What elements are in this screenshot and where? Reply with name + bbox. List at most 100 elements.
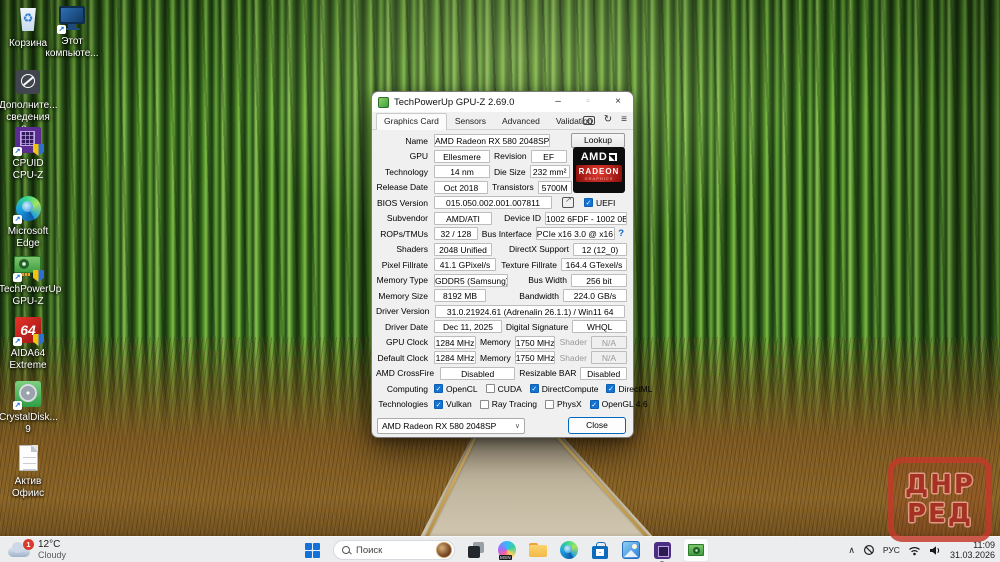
close-button[interactable]: Close xyxy=(568,417,626,434)
checkbox-item-opencl[interactable]: ✓OpenCL xyxy=(434,384,478,394)
tab-graphics-card[interactable]: Graphics Card xyxy=(376,113,447,130)
memory-clock-field[interactable]: 1750 MHz xyxy=(515,336,555,349)
desktop-icon-ms-edge[interactable]: ↗ MicrosoftEdge xyxy=(0,194,57,249)
checkbox-item-vulkan[interactable]: ✓Vulkan xyxy=(434,399,472,409)
desktop-icon-cpuid-cpu-z[interactable]: ↗ CPUID CPU-Z xyxy=(0,126,57,181)
checkbox-item-ray-tracing[interactable]: Ray Tracing xyxy=(480,399,537,409)
digital-signature-field[interactable]: WHQL xyxy=(572,320,627,333)
file-explorer-button[interactable] xyxy=(528,540,548,560)
technology-field[interactable]: 14 nm xyxy=(434,165,490,178)
task-view-button[interactable] xyxy=(466,540,486,560)
die-size-field[interactable]: 232 mm² xyxy=(530,165,570,178)
texture-fillrate-field[interactable]: 164.4 GTexel/s xyxy=(561,258,627,271)
edge-button[interactable] xyxy=(559,540,579,560)
menu-hamburger-icon[interactable]: ≡ xyxy=(621,115,627,125)
checkbox-item-opengl-4-6[interactable]: ✓OpenGL 4.6 xyxy=(590,399,648,409)
tab-advanced[interactable]: Advanced xyxy=(494,113,548,129)
name-field[interactable]: AMD Radeon RX 580 2048SP xyxy=(434,134,550,147)
lookup-button[interactable]: Lookup xyxy=(571,133,625,148)
gpu-selector-dropdown[interactable]: AMD Radeon RX 580 2048SP∨ xyxy=(377,418,525,434)
minimize-button[interactable]: – xyxy=(543,92,573,112)
screenshot-camera-icon[interactable] xyxy=(583,116,595,125)
checkbox-box[interactable]: ✓ xyxy=(606,384,615,393)
transistors-field[interactable]: 5700M xyxy=(538,181,572,194)
checkbox-item-directml[interactable]: ✓DirectML xyxy=(606,384,652,394)
shaders-field[interactable]: 2048 Unified xyxy=(434,243,492,256)
desktop-icon-this-pc[interactable]: ↗ Этоткомпьюте... xyxy=(43,4,101,59)
share-bios-icon[interactable] xyxy=(562,197,574,208)
gpu-z-taskbar-button-active[interactable] xyxy=(683,538,709,562)
amd-radeon-logo: AMD RADEONGRAPHICS xyxy=(573,147,625,193)
title-bar[interactable]: TechPowerUp GPU-Z 2.69.0 – ▫ × xyxy=(372,92,633,112)
driver-version-field[interactable]: 31.0.21924.61 (Adrenalin 26.1.1) / Win11… xyxy=(435,305,625,318)
icon-label: Дополните... xyxy=(0,100,57,112)
gpu-clock-field[interactable]: 1284 MHz xyxy=(434,336,476,349)
checkbox-box[interactable] xyxy=(545,400,554,409)
subvendor-field[interactable]: AMD/ATI xyxy=(434,212,492,225)
watermark-line1: ДНР xyxy=(905,471,975,500)
refresh-icon[interactable]: ↻ xyxy=(604,115,612,125)
search-box[interactable]: Поиск xyxy=(333,540,455,560)
bios-field[interactable]: 015.050.002.001.007811 xyxy=(434,196,552,209)
uefi-checkbox[interactable]: ✓ xyxy=(584,198,593,207)
gpuz-app-icon xyxy=(378,97,389,108)
revision-label: Revision xyxy=(490,151,531,161)
device-id-field[interactable]: 1002 6FDF - 1002 0B31 xyxy=(545,212,627,225)
clock[interactable]: 11:09 31.03.2026 xyxy=(950,540,995,560)
memory-type-field[interactable]: GDDR5 (Samsung) xyxy=(434,274,508,287)
desktop-icon-aida64[interactable]: 64↗ AIDA64Extreme xyxy=(0,316,57,371)
memory-size-label: Memory Size xyxy=(376,291,434,301)
checkbox-item-cuda[interactable]: CUDA xyxy=(486,384,522,394)
search-daily-image[interactable] xyxy=(436,542,452,558)
uac-shield-icon xyxy=(33,270,44,282)
uefi-label: UEFI xyxy=(596,198,615,208)
bus-interface-field[interactable]: PCIe x16 3.0 @ x16 1.1 xyxy=(536,227,615,240)
resizable-bar-field[interactable]: Disabled xyxy=(580,367,627,380)
wifi-icon[interactable] xyxy=(908,545,921,556)
desktop-icon-gpu-z[interactable]: ↗ TechPowerUpGPU-Z xyxy=(0,252,57,307)
close-window-button[interactable]: × xyxy=(603,92,633,112)
checkbox-item-physx[interactable]: PhysX xyxy=(545,399,582,409)
tab-sensors[interactable]: Sensors xyxy=(447,113,494,129)
rops-tmus-field[interactable]: 32 / 128 xyxy=(434,227,478,240)
photos-button[interactable] xyxy=(621,540,641,560)
checkbox-box[interactable] xyxy=(486,384,495,393)
volume-icon[interactable] xyxy=(929,545,942,556)
bandwidth-field[interactable]: 224.0 GB/s xyxy=(563,289,627,302)
do-not-disturb-icon[interactable] xyxy=(863,544,875,556)
checkbox-box[interactable]: ✓ xyxy=(434,400,443,409)
crossfire-field[interactable]: Disabled xyxy=(440,367,515,380)
release-date-field[interactable]: Oct 2018 xyxy=(434,181,488,194)
revision-field[interactable]: EF xyxy=(531,150,567,163)
checkbox-label: Ray Tracing xyxy=(492,399,537,409)
cpu-z-taskbar-button[interactable] xyxy=(652,540,672,560)
bus-width-field[interactable]: 256 bit xyxy=(571,274,627,287)
tray-time: 11:09 xyxy=(950,540,995,550)
copilot-button[interactable]: MSN xyxy=(497,540,517,560)
checkbox-box[interactable]: ✓ xyxy=(434,384,443,393)
tray-chevron-icon[interactable]: ∧ xyxy=(848,545,855,556)
gpu-field[interactable]: Ellesmere xyxy=(434,150,490,163)
store-icon xyxy=(592,546,608,559)
default-memory-field[interactable]: 1750 MHz xyxy=(515,351,555,364)
desktop-icon-photo-info[interactable]: Дополните...сведения о... xyxy=(0,68,57,135)
driver-date-label: Driver Date xyxy=(376,322,434,332)
checkbox-box[interactable]: ✓ xyxy=(590,400,599,409)
checkbox-box[interactable]: ✓ xyxy=(530,384,539,393)
desktop-icon-crystaldisk[interactable]: ↗ CrystalDisk...9 xyxy=(0,380,57,435)
checkbox-box[interactable] xyxy=(480,400,489,409)
help-icon[interactable]: ? xyxy=(615,228,627,239)
memory-size-field[interactable]: 8192 MB xyxy=(434,289,486,302)
store-button[interactable] xyxy=(590,540,610,560)
weather-widget[interactable]: 1 12°C Cloudy xyxy=(8,539,66,560)
checkbox-item-directcompute[interactable]: ✓DirectCompute xyxy=(530,384,599,394)
desktop-icon-aktiv-office[interactable]: Актив Офиис xyxy=(0,444,57,499)
driver-date-field[interactable]: Dec 11, 2025 xyxy=(434,320,502,333)
default-clock-field[interactable]: 1284 MHz xyxy=(434,351,476,364)
keyboard-language[interactable]: РУС xyxy=(883,545,900,555)
wallpaper-fence-left xyxy=(424,427,482,542)
task-view-icon xyxy=(468,546,480,558)
directx-field[interactable]: 12 (12_0) xyxy=(573,243,627,256)
pixel-fillrate-field[interactable]: 41.1 GPixel/s xyxy=(434,258,496,271)
start-button[interactable] xyxy=(302,540,322,560)
